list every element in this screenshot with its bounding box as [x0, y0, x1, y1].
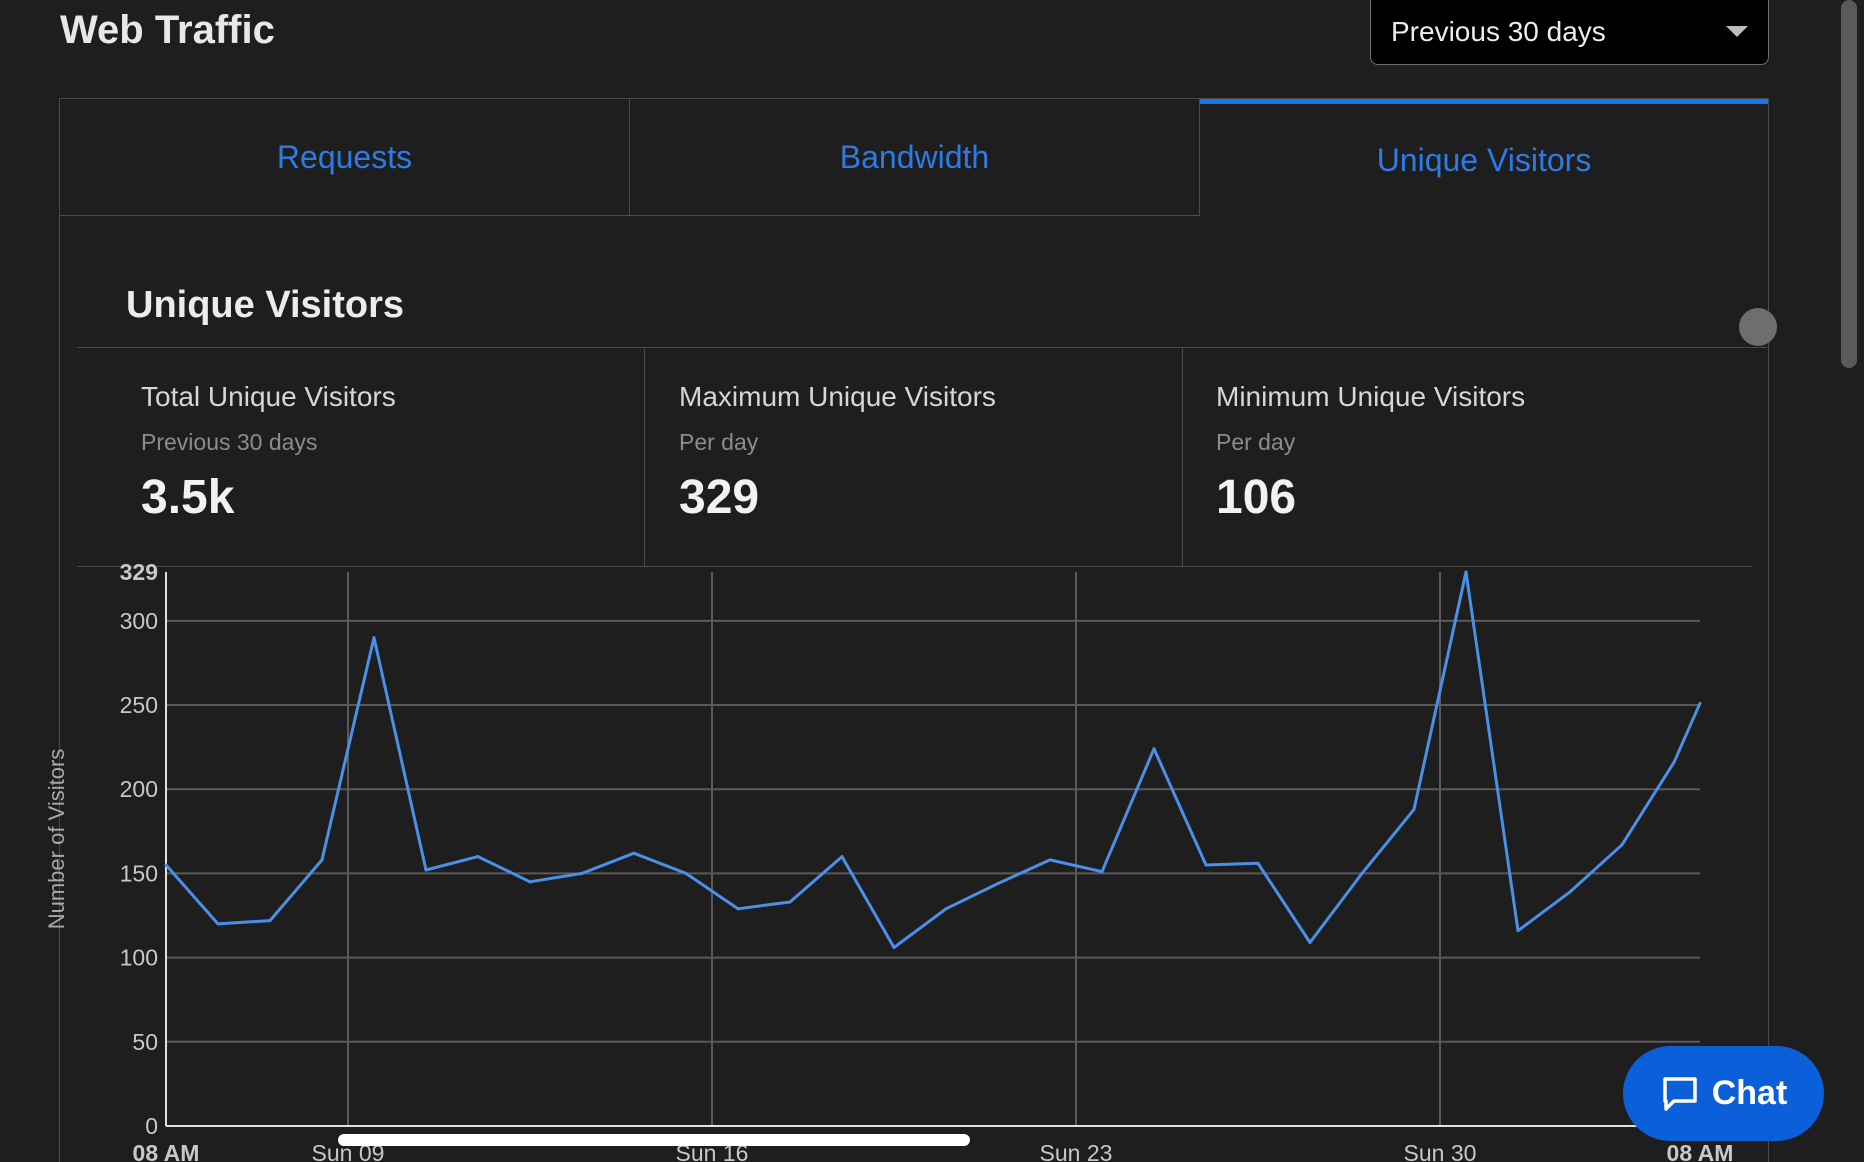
web-traffic-page: Web Traffic Previous 30 days Requests Ba…: [0, 0, 1864, 1162]
x-tick-label: Sun 23: [1040, 1140, 1113, 1162]
vertical-scrollbar[interactable]: [1841, 0, 1857, 368]
data-point: [424, 868, 428, 872]
data-point: [320, 858, 324, 862]
data-point: [1412, 807, 1416, 811]
y-tick-label: 50: [132, 1029, 158, 1055]
data-point: [1256, 861, 1260, 865]
y-axis-label: Number of Visitors: [44, 749, 69, 930]
chat-label: Chat: [1711, 1074, 1788, 1112]
horizontal-scrollbar[interactable]: [338, 1134, 970, 1146]
x-tick-label: 08 AM: [1667, 1140, 1734, 1162]
unique-visitors-chart: 05010015020025030032908 AM Sun 09 Sun 16 Su…: [44, 559, 1734, 1162]
data-point: [268, 919, 272, 923]
data-point: [1620, 843, 1624, 847]
data-point: [944, 907, 948, 911]
y-tick-label: 200: [120, 776, 158, 802]
data-point: [1672, 760, 1676, 764]
y-tick-label: 300: [120, 608, 158, 634]
data-point: [1698, 701, 1702, 705]
data-point: [1048, 858, 1052, 862]
data-point: [476, 855, 480, 859]
x-tick-label: 08 AM: [133, 1140, 200, 1162]
data-point: [996, 882, 1000, 886]
data-point: [840, 855, 844, 859]
chat-button[interactable]: Chat: [1623, 1046, 1824, 1141]
data-point: [1516, 929, 1520, 933]
data-point: [788, 900, 792, 904]
data-point: [632, 851, 636, 855]
data-point: [1152, 747, 1156, 751]
y-tick-label: 100: [120, 945, 158, 971]
x-tick-label: Sun 30: [1404, 1140, 1477, 1162]
data-point: [216, 922, 220, 926]
y-tick-label: 329: [120, 559, 158, 585]
data-point: [1100, 870, 1104, 874]
data-point: [892, 946, 896, 950]
data-point: [372, 636, 376, 640]
data-point: [1204, 863, 1208, 867]
y-tick-label: 250: [120, 692, 158, 718]
data-point: [580, 871, 584, 875]
visitors-series-line: [164, 570, 1702, 949]
data-point: [528, 880, 532, 884]
data-point: [1568, 890, 1572, 894]
data-point: [1308, 940, 1312, 944]
chat-bubble-icon: [1662, 1076, 1697, 1111]
data-point: [1360, 871, 1364, 875]
y-tick-label: 150: [120, 860, 158, 886]
data-point: [736, 907, 740, 911]
data-point: [164, 863, 168, 867]
data-point: [1464, 570, 1468, 574]
data-point: [684, 871, 688, 875]
y-tick-label: 0: [145, 1113, 158, 1139]
